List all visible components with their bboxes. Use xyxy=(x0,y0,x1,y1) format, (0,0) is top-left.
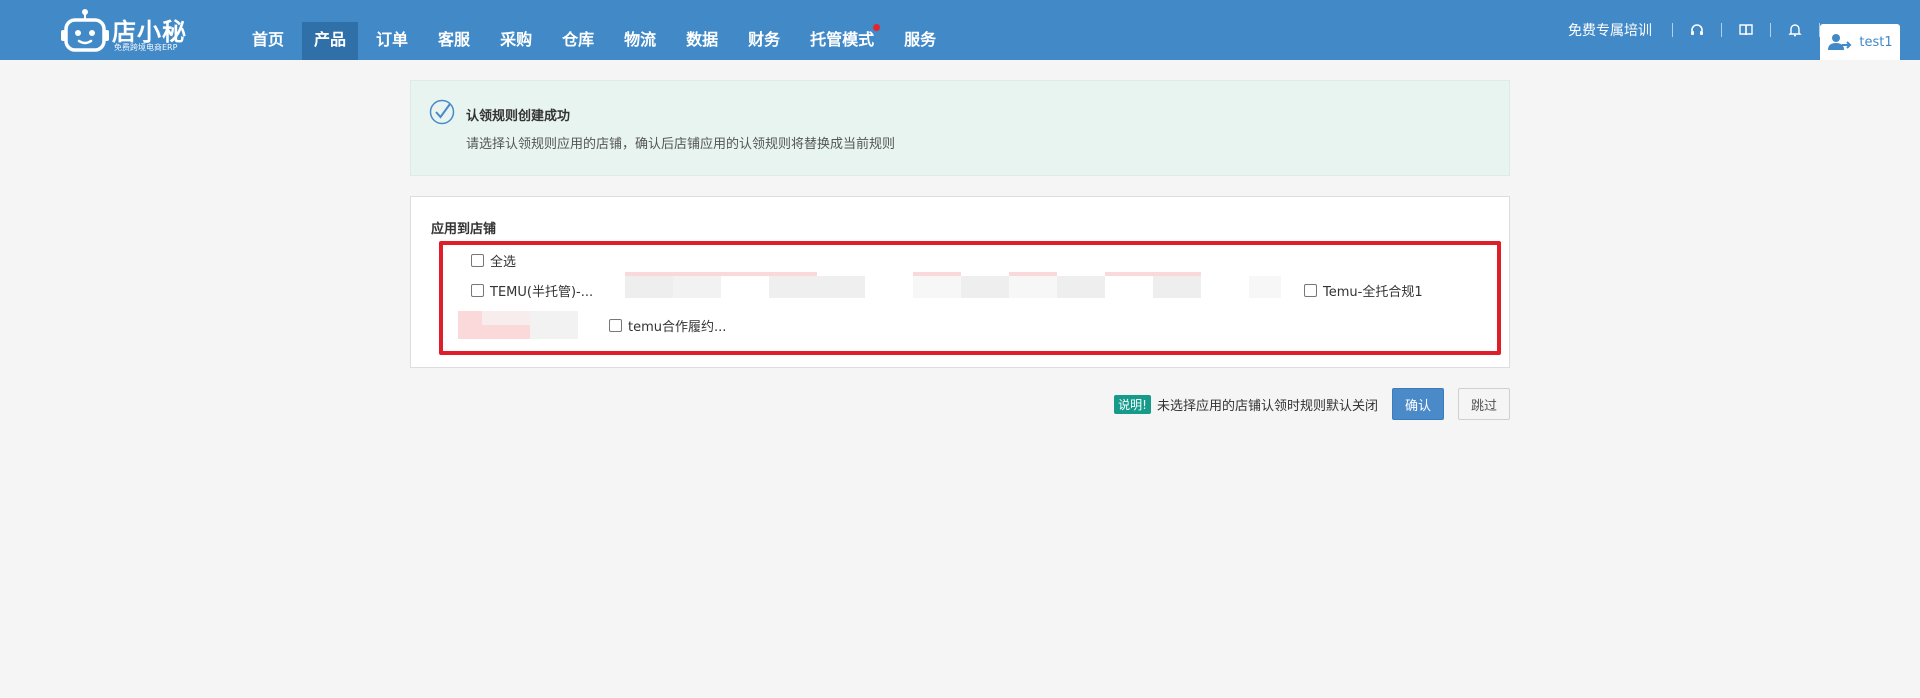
brand-subtitle: 免费跨境电商ERP xyxy=(114,43,178,52)
check-circle-icon xyxy=(429,99,455,125)
checkbox-box[interactable] xyxy=(609,319,622,332)
store-label: TEMU(半托管)-... xyxy=(490,285,594,300)
redacted-block xyxy=(913,276,961,298)
store-label: Temu-全托合规1 xyxy=(1323,285,1423,300)
note-text: 未选择应用的店铺认领时规则默认关闭 xyxy=(1156,398,1378,414)
notice-title: 认领规则创建成功 xyxy=(466,109,571,124)
store-checkbox[interactable]: TEMU(半托管)-... xyxy=(471,281,593,300)
nav-warehouse[interactable]: 仓库 xyxy=(550,22,606,60)
select-all-checkbox[interactable]: 全选 xyxy=(471,251,516,270)
redacted-block xyxy=(769,276,865,298)
logo[interactable]: 店小秘 免费跨境电商ERP xyxy=(60,6,190,54)
username: test1 xyxy=(1859,34,1893,50)
nav-logistics[interactable]: 物流 xyxy=(612,22,668,60)
apply-to-store-panel: 应用到店铺 全选 TEMU(半托管)-... Temu-全托合规1 temu合作… xyxy=(410,196,1510,368)
skip-button[interactable]: 跳过 xyxy=(1458,388,1510,420)
notifications-button[interactable] xyxy=(1771,0,1819,60)
main-nav: 首页 产品 订单 客服 采购 仓库 物流 数据 财务 托管模式 服务 xyxy=(240,22,954,60)
footer-actions: 说明! 未选择应用的店铺认领时规则默认关闭 确认 跳过 xyxy=(1114,388,1510,420)
checkbox-box[interactable] xyxy=(1304,284,1317,297)
redacted-block xyxy=(482,311,530,325)
select-all-label: 全选 xyxy=(490,255,517,270)
free-training-link[interactable]: 免费专属培训 xyxy=(1568,20,1652,40)
top-navigation-bar: 店小秘 免费跨境电商ERP 首页 产品 订单 客服 采购 仓库 物流 数据 财务… xyxy=(0,0,1920,60)
redacted-block xyxy=(1249,276,1281,298)
redacted-block xyxy=(458,311,482,339)
redacted-block xyxy=(673,276,721,298)
nav-customer-service[interactable]: 客服 xyxy=(426,22,482,60)
nav-data[interactable]: 数据 xyxy=(674,22,730,60)
nav-finance[interactable]: 财务 xyxy=(736,22,792,60)
panel-title: 应用到店铺 xyxy=(431,222,497,237)
redacted-block xyxy=(1153,276,1201,298)
checkbox-box[interactable] xyxy=(471,254,484,267)
redacted-block xyxy=(482,325,530,339)
headset-button[interactable] xyxy=(1673,0,1721,60)
bell-icon xyxy=(1788,24,1802,37)
nav-managed-mode-label: 托管模式 xyxy=(810,30,875,49)
user-menu[interactable]: test1 xyxy=(1820,24,1900,60)
success-notice: 认领规则创建成功 请选择认领规则应用的店铺，确认后店铺应用的认领规则将替换成当前… xyxy=(410,80,1510,176)
notice-description: 请选择认领规则应用的店铺，确认后店铺应用的认领规则将替换成当前规则 xyxy=(466,137,896,152)
redacted-block xyxy=(961,276,1009,298)
headset-icon xyxy=(1691,24,1703,35)
redacted-block xyxy=(1009,276,1057,298)
book-icon xyxy=(1739,24,1753,36)
redacted-block xyxy=(625,276,673,298)
nav-orders[interactable]: 订单 xyxy=(364,22,420,60)
nav-managed-mode[interactable]: 托管模式 xyxy=(798,22,886,60)
notification-dot xyxy=(873,24,881,31)
nav-products[interactable]: 产品 xyxy=(302,22,359,60)
user-icon xyxy=(1828,34,1852,50)
note-badge: 说明! xyxy=(1114,394,1151,414)
checkbox-box[interactable] xyxy=(471,284,484,297)
confirm-button[interactable]: 确认 xyxy=(1392,388,1444,420)
redacted-block xyxy=(530,311,578,339)
redacted-block xyxy=(1057,276,1105,298)
header-right: 免费专属培训 test1 xyxy=(1568,0,1920,60)
nav-purchase[interactable]: 采购 xyxy=(488,22,544,60)
store-label: temu合作履约... xyxy=(628,320,727,335)
store-checkbox[interactable]: temu合作履约... xyxy=(609,316,726,335)
help-docs-button[interactable] xyxy=(1722,0,1770,60)
store-checkbox[interactable]: Temu-全托合规1 xyxy=(1304,281,1423,300)
nav-home[interactable]: 首页 xyxy=(240,22,296,60)
nav-services[interactable]: 服务 xyxy=(892,22,948,60)
robot-logo-icon xyxy=(61,9,109,52)
